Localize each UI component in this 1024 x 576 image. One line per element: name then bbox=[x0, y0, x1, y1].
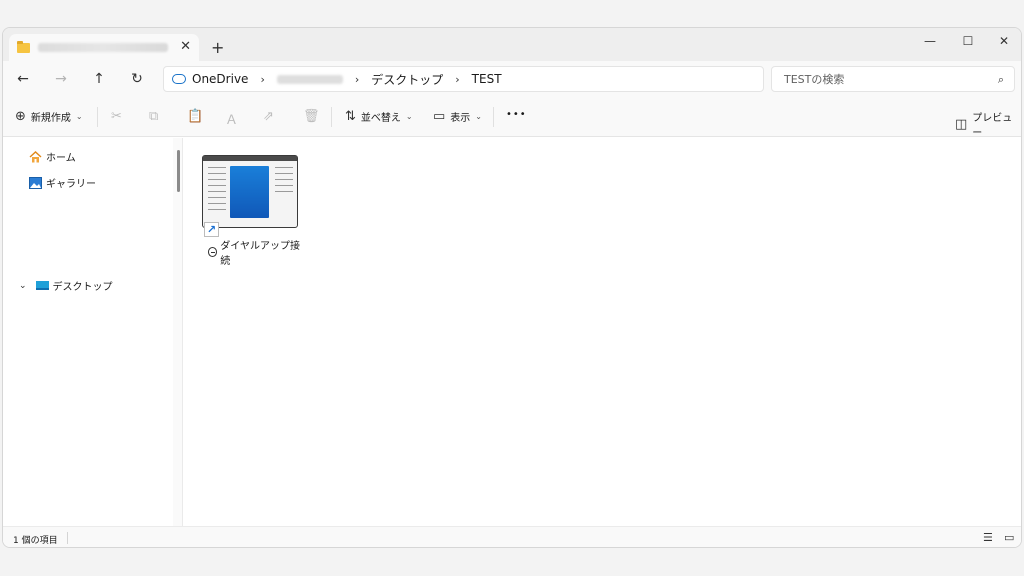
breadcrumb-separator[interactable]: › bbox=[260, 73, 264, 86]
sidebar-item-label: ギャラリー bbox=[46, 179, 96, 190]
tab-active[interactable]: ✕ bbox=[9, 34, 199, 61]
thumbnail-panel bbox=[230, 166, 269, 218]
new-button[interactable]: ⊕ 新規作成 ⌄ bbox=[15, 109, 83, 124]
sort-icon: ⇅ bbox=[345, 109, 356, 124]
sort-button[interactable]: ⇅ 並べ替え ⌄ bbox=[345, 109, 413, 124]
status-divider bbox=[67, 532, 68, 544]
view-label: 表示 bbox=[450, 113, 471, 124]
forward-button[interactable]: → bbox=[51, 69, 71, 89]
toolbar-divider bbox=[331, 107, 332, 127]
toolbar-divider bbox=[97, 107, 98, 127]
tab-close-icon[interactable]: ✕ bbox=[180, 39, 191, 54]
breadcrumb-blurred[interactable] bbox=[276, 74, 343, 84]
thumbnail-lines-right bbox=[275, 167, 293, 197]
address-bar[interactable]: OneDrive › › デスクトップ › TEST bbox=[163, 66, 764, 92]
thumbnail-titlebar bbox=[203, 156, 297, 161]
preview-pane-icon: ◫ bbox=[955, 116, 968, 132]
chevron-down-icon: ⌄ bbox=[475, 112, 482, 121]
sidebar-item-label: ホーム bbox=[46, 153, 76, 164]
shortcut-arrow-icon: ↗ bbox=[204, 222, 219, 237]
cut-icon[interactable]: ✂ bbox=[111, 109, 122, 124]
view-icon: ▭ bbox=[433, 109, 446, 124]
chevron-down-icon: ⌄ bbox=[405, 112, 413, 121]
search-box[interactable]: TESTの検索 ⌕ bbox=[771, 66, 1015, 92]
maximize-button[interactable]: ☐ bbox=[949, 28, 987, 54]
sidebar-item-label: デスクトップ bbox=[52, 282, 113, 293]
sidebar-item-desktop[interactable]: ⌄ デスクトップ bbox=[19, 278, 113, 293]
up-button[interactable]: ↑ bbox=[89, 69, 109, 89]
search-input[interactable]: TESTの検索 bbox=[784, 71, 844, 87]
home-icon bbox=[29, 150, 42, 162]
minimize-button[interactable]: — bbox=[911, 28, 949, 54]
share-icon[interactable]: ⇗ bbox=[263, 109, 274, 124]
tab-title-blurred bbox=[38, 43, 168, 52]
minus-circle-icon bbox=[208, 247, 218, 257]
breadcrumb-onedrive[interactable]: OneDrive bbox=[192, 72, 248, 86]
command-toolbar: ⊕ 新規作成 ⌄ ✂ ⧉ 📋 Ａ ⇗ 🗑 ⇅ 並べ替え ⌄ ▭ 表示 ⌄ •••… bbox=[3, 97, 1021, 139]
navigation-bar: ← → ↑ ↻ OneDrive › › デスクトップ › TEST TESTの… bbox=[3, 61, 1021, 97]
thumbnail-lines-left bbox=[208, 167, 226, 215]
search-icon[interactable]: ⌕ bbox=[998, 73, 1004, 87]
file-name-row: ダイヤルアップ接続 bbox=[202, 237, 302, 267]
tab-bar: ✕ + — ☐ ✕ bbox=[3, 28, 1021, 61]
toolbar-divider bbox=[493, 107, 494, 127]
preview-button[interactable]: ◫ プレビュー bbox=[955, 109, 1021, 139]
sidebar-item-gallery[interactable]: ギャラリー bbox=[29, 175, 96, 190]
sort-label: 並べ替え bbox=[360, 113, 401, 124]
file-thumbnail: ↗ bbox=[202, 155, 298, 237]
copy-icon[interactable]: ⧉ bbox=[149, 109, 158, 124]
folder-icon bbox=[17, 40, 30, 53]
tiles-view-button[interactable]: ▭ bbox=[1004, 531, 1014, 544]
breadcrumb-separator[interactable]: › bbox=[355, 73, 359, 86]
more-options-button[interactable]: ••• bbox=[506, 109, 527, 120]
scrollbar-thumb[interactable] bbox=[177, 150, 180, 192]
file-item[interactable]: ↗ ダイヤルアップ接続 bbox=[202, 155, 302, 267]
details-view-button[interactable]: ☰ bbox=[983, 531, 993, 544]
gallery-icon bbox=[29, 176, 42, 189]
plus-circle-icon: ⊕ bbox=[15, 109, 26, 124]
status-bar: 1 個の項目 ☰ ▭ bbox=[3, 526, 1021, 547]
delete-icon[interactable]: 🗑 bbox=[303, 109, 320, 124]
onedrive-cloud-icon bbox=[172, 74, 186, 84]
view-button[interactable]: ▭ 表示 ⌄ bbox=[433, 109, 482, 124]
new-tab-button[interactable]: + bbox=[211, 38, 224, 57]
close-window-button[interactable]: ✕ bbox=[985, 28, 1021, 54]
navigation-pane: ホーム ギャラリー ⌄ デスクトップ bbox=[3, 138, 173, 526]
sidebar-scrollbar[interactable] bbox=[173, 138, 183, 526]
paste-icon[interactable]: 📋 bbox=[187, 109, 203, 124]
chevron-down-icon: ⌄ bbox=[75, 112, 83, 121]
rename-icon[interactable]: Ａ bbox=[225, 109, 238, 128]
file-list-area: ↗ ダイヤルアップ接続 bbox=[185, 138, 1021, 526]
breadcrumb-desktop[interactable]: デスクトップ bbox=[371, 71, 443, 88]
chevron-down-icon[interactable]: ⌄ bbox=[19, 281, 27, 291]
refresh-button[interactable]: ↻ bbox=[127, 69, 147, 89]
back-button[interactable]: ← bbox=[13, 69, 33, 89]
breadcrumb-test[interactable]: TEST bbox=[472, 72, 502, 86]
file-name: ダイヤルアップ接続 bbox=[220, 241, 300, 267]
breadcrumb-separator[interactable]: › bbox=[455, 73, 459, 86]
new-label: 新規作成 bbox=[30, 113, 71, 124]
desktop-icon bbox=[35, 280, 49, 290]
preview-label: プレビュー bbox=[972, 113, 1013, 139]
file-explorer-window: ✕ + — ☐ ✕ ← → ↑ ↻ OneDrive › › デスクトップ › … bbox=[2, 27, 1022, 548]
sidebar-item-home[interactable]: ホーム bbox=[29, 149, 76, 164]
item-count: 1 個の項目 bbox=[13, 536, 58, 546]
